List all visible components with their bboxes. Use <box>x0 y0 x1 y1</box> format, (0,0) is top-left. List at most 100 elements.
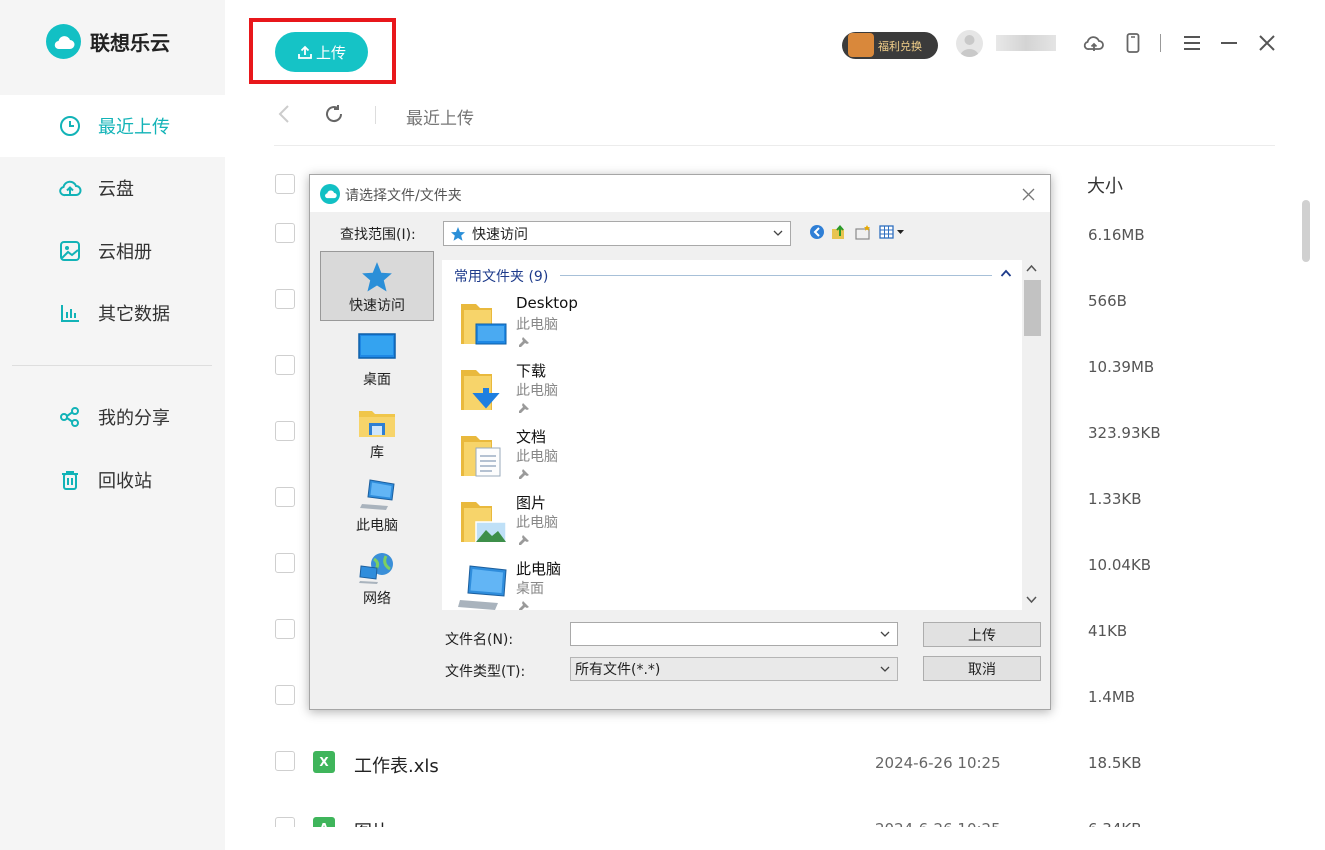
folder-name: 文档 <box>516 428 547 446</box>
dialog-upload-button[interactable]: 上传 <box>923 622 1041 647</box>
reward-exchange-label: 福利兑换 <box>878 39 922 53</box>
refresh-icon[interactable] <box>323 103 345 129</box>
computer-icon <box>458 565 507 610</box>
row-checkbox[interactable] <box>275 421 295 441</box>
desktop-icon <box>358 333 396 359</box>
sidebar-item-cloud-drive[interactable]: 云盘 <box>0 157 225 219</box>
sidebar-item-label: 我的分享 <box>98 408 170 429</box>
file-name[interactable]: 工作表.xls <box>354 752 439 778</box>
sidebar-item-recycle-bin[interactable]: 回收站 <box>0 449 225 511</box>
close-icon[interactable] <box>1018 184 1038 204</box>
folder-name: 图片 <box>516 494 547 512</box>
row-checkbox[interactable] <box>275 619 295 639</box>
lookin-select[interactable]: 快速访问 <box>443 221 791 246</box>
pin-icon[interactable] <box>518 600 530 610</box>
folder-location: 此电脑 <box>516 449 558 465</box>
gift-box-icon <box>848 33 874 57</box>
network-icon <box>359 553 393 584</box>
folder-item-pictures[interactable]: 图片 此电脑 <box>456 490 896 556</box>
lookin-label: 查找范围(I): <box>340 227 416 243</box>
pin-icon[interactable] <box>518 534 530 546</box>
star-icon <box>451 226 465 241</box>
pin-icon[interactable] <box>518 336 530 348</box>
row-checkbox[interactable] <box>275 685 295 705</box>
back-icon[interactable] <box>808 223 826 241</box>
file-chooser-dialog: 请选择文件/文件夹 查找范围(I): 快速访问 快速访问 桌面 库 此电脑 网络… <box>309 174 1051 710</box>
filename-input[interactable] <box>570 622 898 646</box>
row-checkbox[interactable] <box>275 487 295 507</box>
row-checkbox[interactable] <box>275 751 295 771</box>
upload-button-label: 上传 <box>315 44 346 62</box>
new-folder-icon[interactable] <box>854 223 872 241</box>
place-label: 快速访问 <box>349 298 405 314</box>
mobile-phone-icon[interactable] <box>1121 31 1145 55</box>
select-all-checkbox[interactable] <box>275 174 295 194</box>
row-checkbox[interactable] <box>275 553 295 573</box>
filetype-select[interactable]: 所有文件(*.*) <box>570 657 898 681</box>
file-size: 10.04KB <box>1088 556 1152 574</box>
pin-icon[interactable] <box>518 468 530 480</box>
place-label: 库 <box>370 445 384 461</box>
avatar[interactable] <box>956 30 983 57</box>
folder-location: 此电脑 <box>516 383 558 399</box>
file-size: 1.33KB <box>1088 490 1142 508</box>
row-checkbox[interactable] <box>275 223 295 243</box>
place-network[interactable]: 网络 <box>320 543 434 613</box>
cloud-upload-icon <box>58 176 82 200</box>
close-icon[interactable] <box>1255 31 1279 55</box>
sidebar-item-label: 云盘 <box>98 179 134 200</box>
scrollbar-thumb[interactable] <box>1024 280 1041 336</box>
sidebar-item-label: 其它数据 <box>98 304 170 325</box>
photo-icon <box>58 239 82 263</box>
row-checkbox[interactable] <box>275 289 295 309</box>
library-icon <box>359 411 395 437</box>
file-pane-scrollbar[interactable] <box>1022 260 1041 610</box>
place-desktop[interactable]: 桌面 <box>320 324 434 394</box>
column-header-size[interactable]: 大小 <box>1087 172 1123 198</box>
folder-item-this-pc[interactable]: 此电脑 桌面 <box>456 556 896 610</box>
scroll-up-icon[interactable] <box>1026 264 1037 272</box>
minimize-icon[interactable] <box>1217 31 1241 55</box>
sidebar-item-other-data[interactable]: 其它数据 <box>0 282 225 344</box>
username-blurred <box>996 35 1056 51</box>
chevron-down-icon <box>773 230 783 236</box>
folder-location: 此电脑 <box>516 515 558 531</box>
file-size: 41KB <box>1088 622 1128 640</box>
folder-item-documents[interactable]: 文档 此电脑 <box>456 424 896 490</box>
up-folder-icon[interactable] <box>830 223 848 241</box>
row-checkbox[interactable] <box>275 355 295 375</box>
toolbar-separator <box>1160 34 1161 52</box>
place-quick-access[interactable]: 快速访问 <box>320 251 434 321</box>
place-this-pc[interactable]: 此电脑 <box>320 470 434 540</box>
back-arrow-icon[interactable] <box>277 104 291 128</box>
chevron-down-icon[interactable] <box>879 628 891 640</box>
folder-name: 此电脑 <box>516 560 562 578</box>
place-libraries[interactable]: 库 <box>320 397 434 467</box>
excel-file-icon: X <box>313 751 335 773</box>
cloud-transfer-icon[interactable] <box>1082 31 1106 55</box>
bar-chart-icon <box>58 301 82 325</box>
pin-icon[interactable] <box>518 402 530 414</box>
desktop-folder-icon <box>461 304 507 345</box>
reward-exchange-button[interactable]: 福利兑换 <box>842 32 938 59</box>
folder-item-downloads[interactable]: 下载 此电脑 <box>456 358 896 424</box>
lookin-value: 快速访问 <box>472 226 528 243</box>
main-scrollbar[interactable] <box>1302 200 1310 262</box>
upload-button[interactable]: 上传 <box>275 32 368 72</box>
group-header[interactable]: 常用文件夹 (9) <box>454 266 548 286</box>
sidebar-item-my-shares[interactable]: 我的分享 <box>0 386 225 448</box>
dialog-cancel-button[interactable]: 取消 <box>923 656 1041 681</box>
scroll-down-icon[interactable] <box>1026 596 1037 604</box>
trash-icon <box>58 468 82 492</box>
sidebar-divider <box>12 365 212 366</box>
file-size: 6.16MB <box>1088 226 1145 244</box>
menu-icon[interactable] <box>1180 31 1204 55</box>
sidebar-item-recent-uploads[interactable]: 最近上传 <box>0 95 225 157</box>
computer-icon <box>360 479 395 510</box>
chevron-up-icon[interactable] <box>1000 268 1012 278</box>
view-menu-icon[interactable] <box>878 223 908 241</box>
sidebar-item-cloud-album[interactable]: 云相册 <box>0 220 225 282</box>
list-clip <box>225 827 1325 850</box>
dialog-title: 请选择文件/文件夹 <box>345 188 462 204</box>
folder-item-desktop[interactable]: Desktop 此电脑 <box>456 292 896 358</box>
